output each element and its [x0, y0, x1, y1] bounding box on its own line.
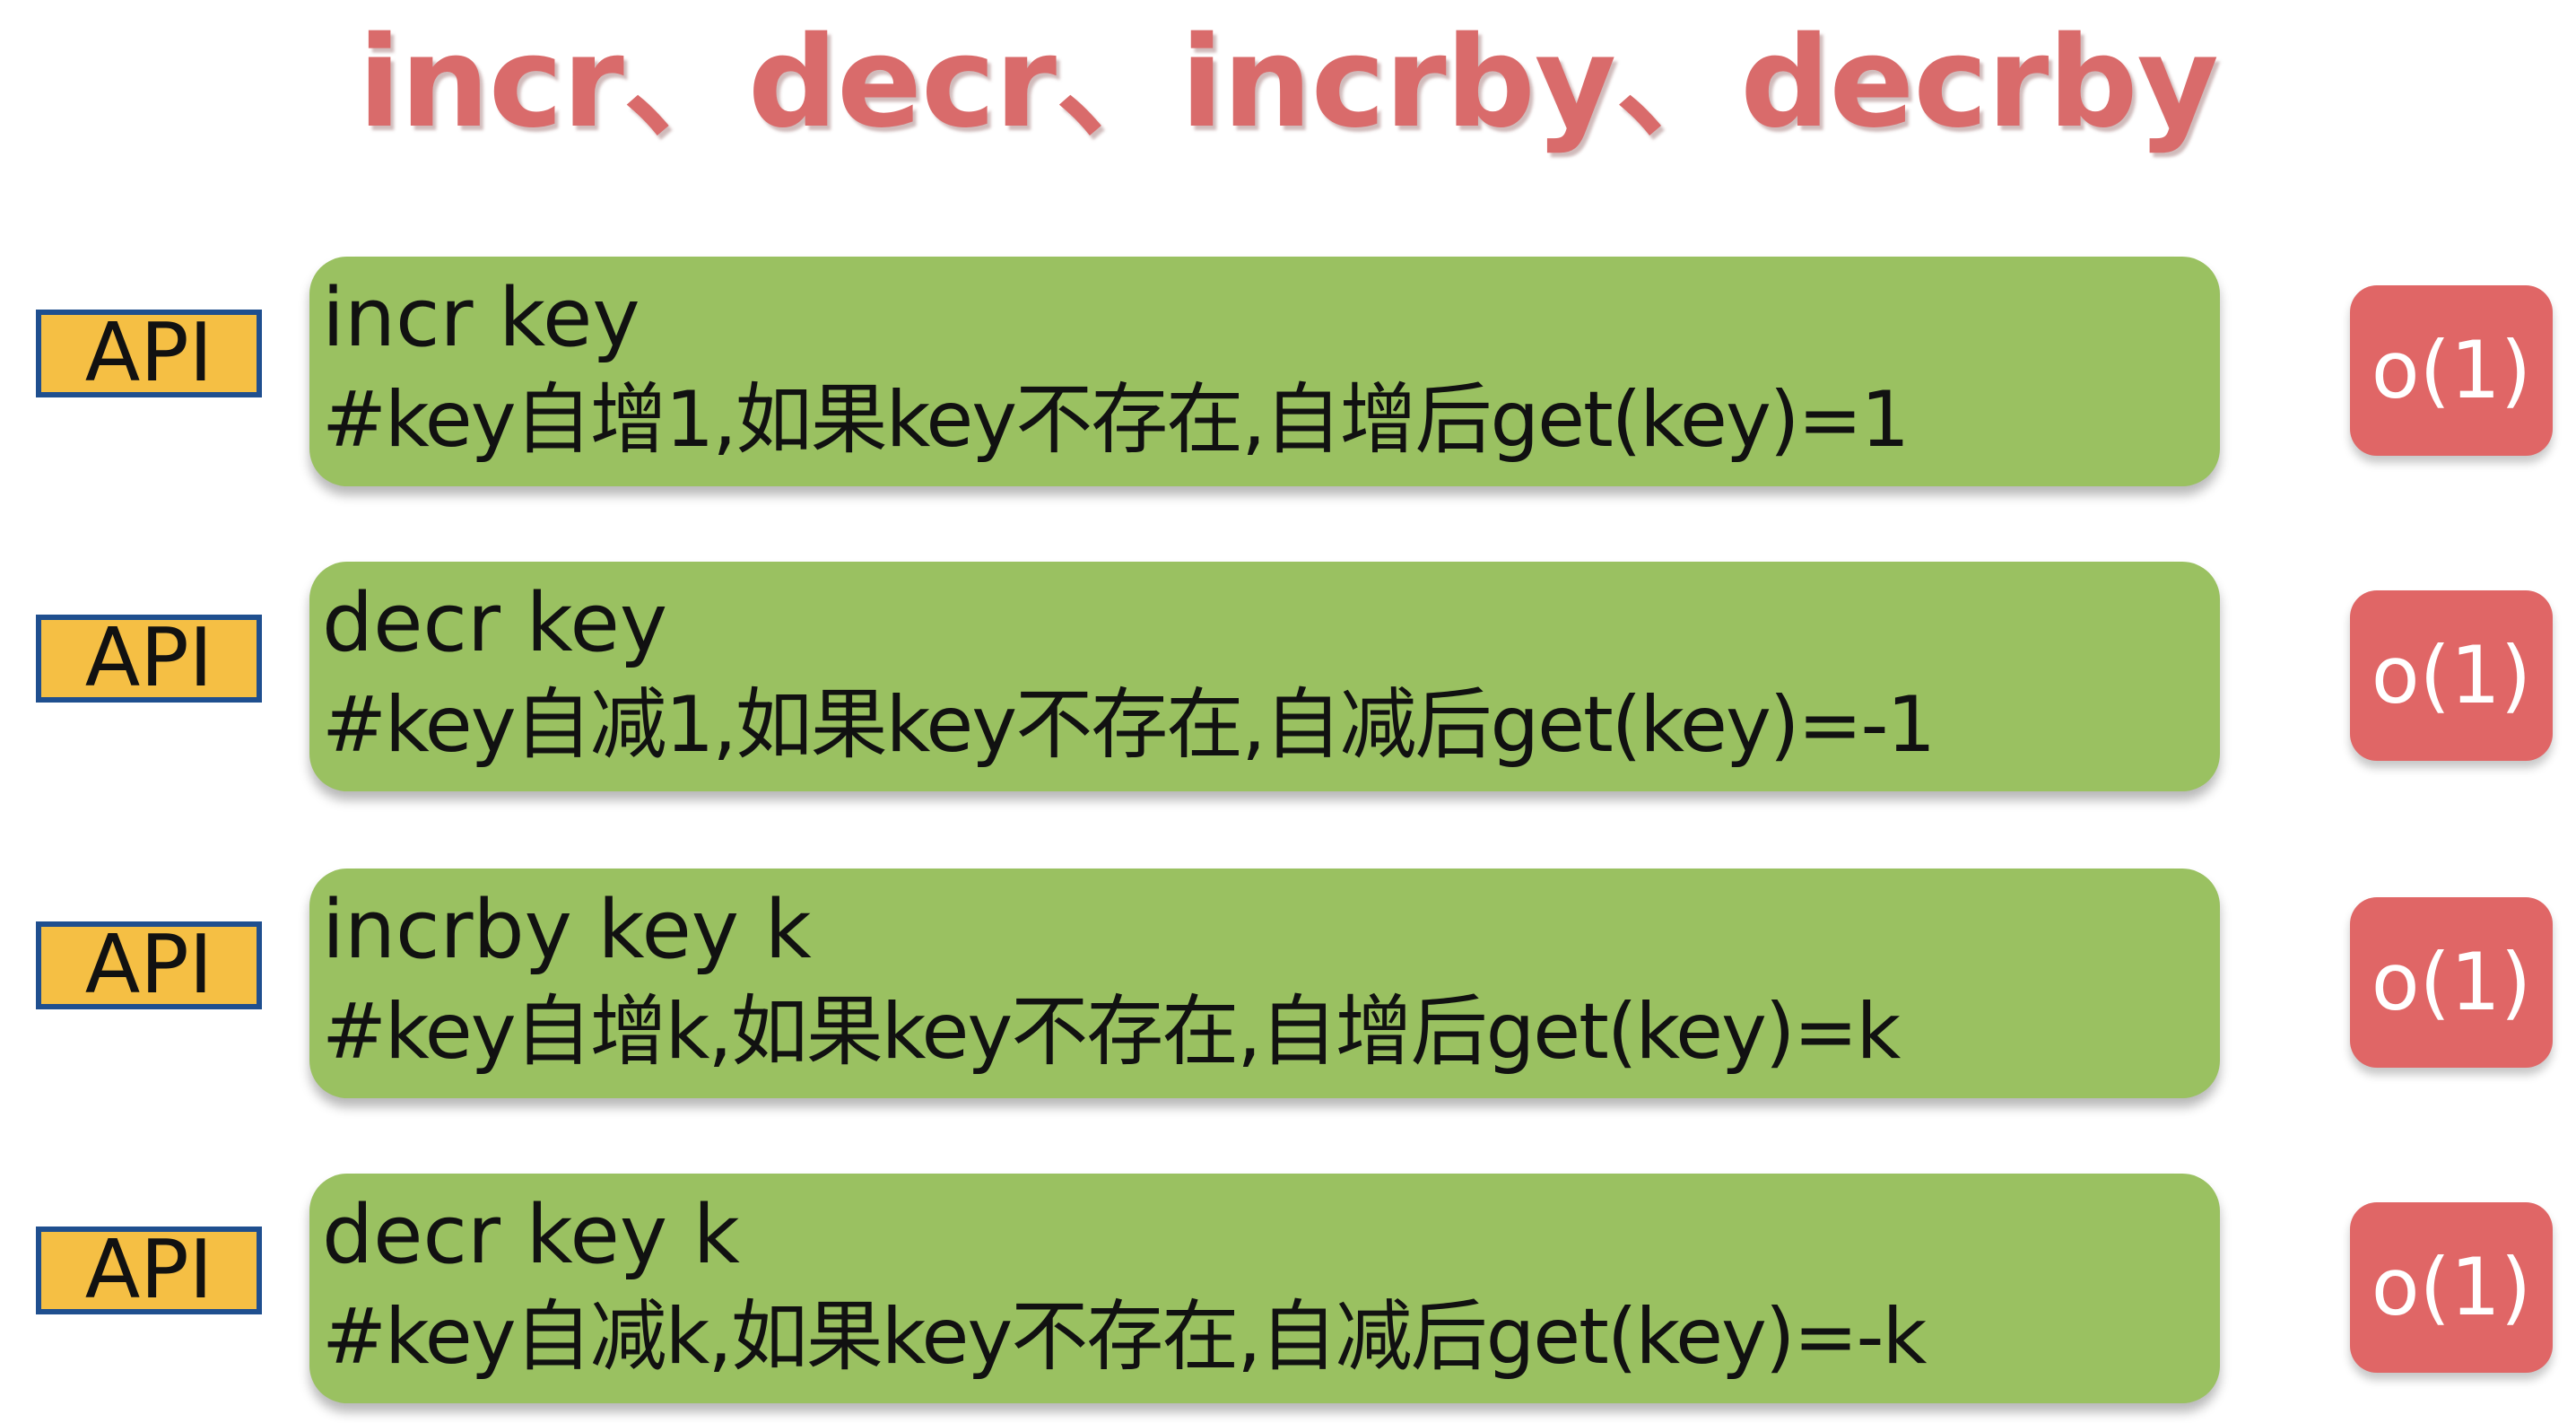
command-syntax: decr key — [322, 576, 668, 670]
complexity-badge: o(1) — [2350, 1202, 2553, 1373]
command-syntax: decr key k — [322, 1188, 740, 1282]
api-label: API — [36, 1227, 262, 1314]
complexity-badge: o(1) — [2350, 285, 2553, 456]
api-label: API — [36, 615, 262, 703]
complexity-badge: o(1) — [2350, 897, 2553, 1068]
command-syntax: incrby key k — [322, 883, 812, 977]
command-description: #key自增k,如果key不存在,自增后get(key)=k — [322, 987, 1901, 1077]
command-box: incrby key k #key自增k,如果key不存在,自增后get(key… — [309, 869, 2220, 1098]
api-label: API — [36, 310, 262, 397]
api-label: API — [36, 921, 262, 1009]
command-description: #key自减1,如果key不存在,自减后get(key)=-1 — [322, 680, 1936, 770]
command-syntax: incr key — [322, 271, 640, 365]
command-box: decr key k #key自减k,如果key不存在,自减后get(key)=… — [309, 1174, 2220, 1403]
command-box: decr key #key自减1,如果key不存在,自减后get(key)=-1 — [309, 562, 2220, 791]
page-title: incr、decr、incrby、decrby — [358, 10, 2219, 156]
command-box: incr key #key自增1,如果key不存在,自增后get(key)=1 — [309, 257, 2220, 486]
command-row-incrby: API incrby key k #key自增k,如果key不存在,自增后get… — [0, 863, 2576, 1114]
command-row-decrby: API decr key k #key自减k,如果key不存在,自减后get(k… — [0, 1168, 2576, 1419]
command-description: #key自增1,如果key不存在,自增后get(key)=1 — [322, 375, 1910, 465]
complexity-badge: o(1) — [2350, 590, 2553, 761]
command-row-incr: API incr key #key自增1,如果key不存在,自增后get(key… — [0, 251, 2576, 502]
command-row-decr: API decr key #key自减1,如果key不存在,自减后get(key… — [0, 556, 2576, 808]
command-description: #key自减k,如果key不存在,自减后get(key)=-k — [322, 1292, 1927, 1382]
